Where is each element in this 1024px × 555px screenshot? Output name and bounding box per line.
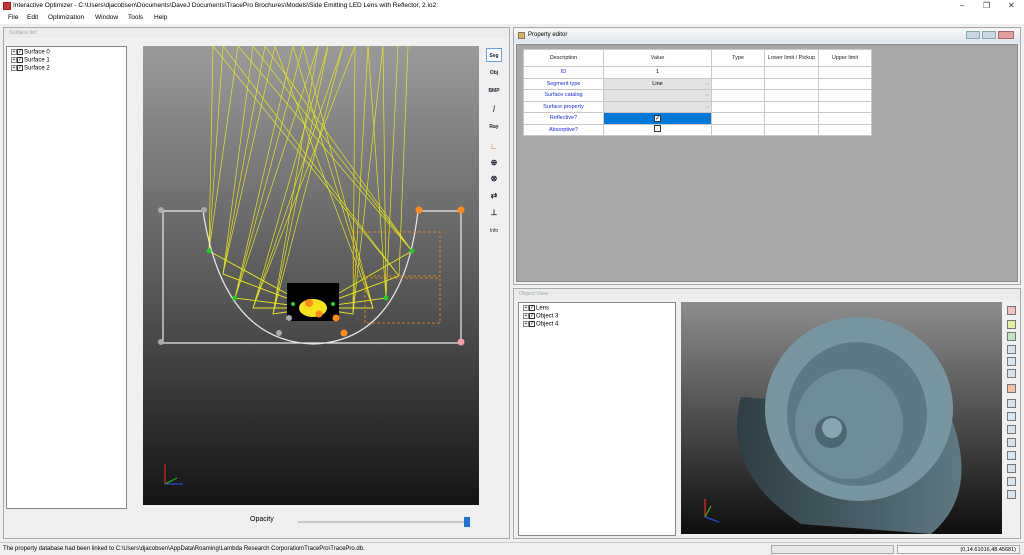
- view-xy-icon[interactable]: [1007, 399, 1016, 408]
- window-title: Interactive Optimizer - C:\Users\djacobs…: [13, 2, 437, 9]
- object-3d-viewport[interactable]: [681, 302, 1002, 534]
- menu-edit[interactable]: Edit: [27, 14, 38, 21]
- app-icon: [3, 2, 11, 10]
- opacity-label: Opacity: [250, 516, 274, 523]
- object-select-icon[interactable]: [1007, 306, 1016, 315]
- surface-viewport[interactable]: [143, 45, 479, 505]
- header-upper-limit: Upper limit: [818, 49, 872, 67]
- pe-close-icon[interactable]: [998, 31, 1014, 39]
- tree-item-object-3[interactable]: + ✓ Object 3: [523, 313, 558, 321]
- zoom-extents-icon[interactable]: ⊗: [486, 172, 502, 186]
- angle-icon[interactable]: ∟: [486, 140, 502, 154]
- move-icon[interactable]: [1007, 320, 1016, 329]
- status-coords: (0,14.61016,48.45681): [897, 545, 1020, 554]
- row-id: ID 1: [523, 66, 872, 79]
- minimize-icon[interactable]: –: [960, 1, 964, 10]
- absorptive-cell[interactable]: [603, 123, 712, 136]
- pe-minimize-icon[interactable]: [966, 31, 980, 39]
- opacity-slider-thumb[interactable]: [464, 517, 470, 527]
- header-type: Type: [711, 49, 765, 67]
- object-tree: + ✓ Lens + ✓ Object 3 + ✓ Object 4: [518, 302, 676, 536]
- menu-tools[interactable]: Tools: [128, 14, 143, 21]
- info-button[interactable]: Info: [486, 224, 502, 238]
- status-bar: The property database had been linked to…: [0, 542, 1024, 555]
- rotate-icon[interactable]: [1007, 345, 1016, 354]
- menu-file[interactable]: File: [8, 14, 18, 21]
- view-front-icon[interactable]: [1007, 451, 1016, 460]
- surface-catalog-select[interactable]: ⌵: [603, 89, 712, 102]
- ray-button[interactable]: Ray: [486, 120, 502, 134]
- property-editor-titlebar: Property editor: [514, 29, 1020, 43]
- menu-help[interactable]: Help: [154, 14, 167, 21]
- tree-item-surface-1[interactable]: + ✓ Surface 1: [11, 57, 50, 65]
- pe-restore-icon[interactable]: [982, 31, 996, 39]
- seg-button[interactable]: Seg: [486, 48, 502, 62]
- reflective-cell[interactable]: ✓: [603, 112, 712, 125]
- pan-icon[interactable]: [1007, 332, 1016, 341]
- surface-property-select[interactable]: ⌵: [603, 100, 712, 113]
- ray-trace-canvas: [143, 45, 479, 505]
- surface-panel-title: Surface list: [4, 28, 509, 38]
- absorptive-checkbox[interactable]: [654, 125, 661, 133]
- tree-item-surface-2[interactable]: + ✓ Surface 2: [11, 65, 50, 73]
- row-absorptive: Absorptive?: [523, 123, 872, 136]
- property-editor-title: Property editor: [528, 32, 568, 38]
- status-progress: [771, 545, 894, 554]
- close-icon[interactable]: ✕: [1008, 1, 1015, 10]
- viewport-toolbar: Seg Obj BMP / Ray ∟ ⊕ ⊗ ⇄ ⊥ Info: [483, 46, 505, 236]
- zoom-in-icon[interactable]: ⊕: [486, 156, 502, 170]
- header-lower-limit: Lower limit / Pickup: [764, 49, 819, 67]
- opacity-slider[interactable]: [298, 517, 470, 527]
- status-message: The property database had been linked to…: [3, 546, 365, 552]
- row-surface-catalog: Surface catalog ⌵: [523, 89, 872, 102]
- ruler-icon[interactable]: /: [486, 102, 502, 116]
- row-segment-type: Segment type Line ⌵: [523, 77, 872, 90]
- obj-button[interactable]: Obj: [486, 66, 502, 80]
- menu-window[interactable]: Window: [95, 14, 118, 21]
- view-xz-icon[interactable]: [1007, 425, 1016, 434]
- row-reflective: Reflective? ✓: [523, 112, 872, 125]
- view-cube-icon[interactable]: [1007, 384, 1016, 393]
- tree-item-surface-0[interactable]: + ✓ Surface 0: [11, 49, 50, 57]
- tree-item-lens[interactable]: + ✓ Lens: [523, 305, 549, 313]
- restore-icon[interactable]: ❐: [983, 1, 990, 10]
- object-view-title: Object View: [514, 289, 1020, 299]
- axis-icon[interactable]: ⊥: [486, 206, 502, 220]
- tree-item-object-4[interactable]: + ✓ Object 4: [523, 321, 558, 329]
- view-yz-icon[interactable]: [1007, 412, 1016, 421]
- header-description: Description: [523, 49, 604, 67]
- view-iso-icon[interactable]: [1007, 438, 1016, 447]
- row-surface-property: Surface property ⌵: [523, 100, 872, 113]
- header-value: Value: [603, 49, 712, 67]
- reflective-checkbox[interactable]: ✓: [654, 114, 661, 122]
- menu-bar: File Edit Optimization Window Tools Help: [0, 13, 1024, 24]
- menu-optimization[interactable]: Optimization: [48, 14, 84, 21]
- bmp-button[interactable]: BMP: [486, 84, 502, 98]
- view-back-icon[interactable]: [1007, 464, 1016, 473]
- zoom-icon[interactable]: [1007, 357, 1016, 366]
- segment-type-select[interactable]: Line ⌵: [603, 77, 712, 90]
- reverse-icon[interactable]: ⇄: [486, 189, 502, 203]
- shading-icon[interactable]: [1007, 490, 1016, 499]
- property-grid: Description Value Type Lower limit / Pic…: [523, 49, 872, 136]
- reflector-3d-model: [681, 302, 1002, 534]
- title-bar: Interactive Optimizer - C:\Users\djacobs…: [0, 0, 1024, 13]
- id-value[interactable]: 1: [603, 66, 712, 79]
- view-top-icon[interactable]: [1007, 477, 1016, 486]
- surface-tree: + ✓ Surface 0 + ✓ Surface 1 + ✓ Surface 2: [6, 46, 127, 509]
- zoom-window-icon[interactable]: [1007, 369, 1016, 378]
